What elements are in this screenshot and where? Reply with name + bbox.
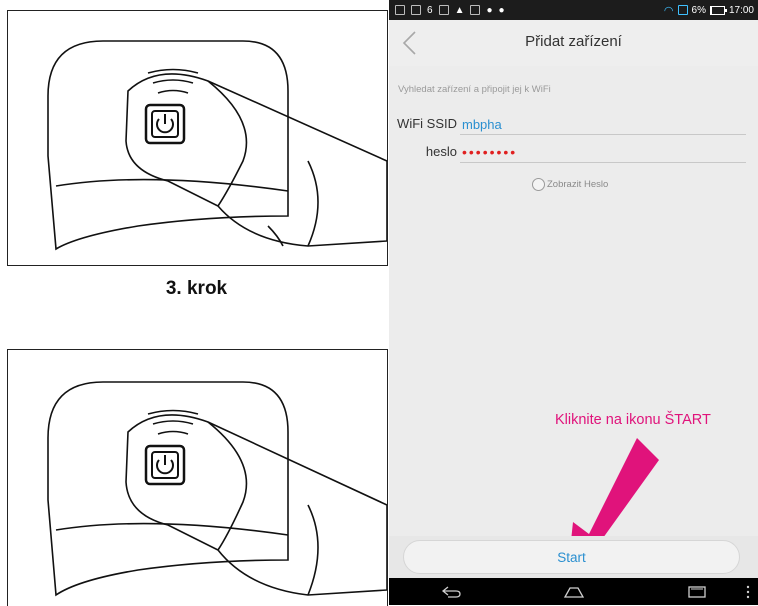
password-row: heslo [389,142,758,164]
ssid-input[interactable] [460,114,746,135]
start-annotation: Kliknite na ikonu ŠTART [555,412,711,428]
device-illustration-top [7,10,388,266]
ssid-label: WiFi SSID [397,116,457,131]
password-input[interactable] [460,142,746,163]
form-hint: Vyhledat zařízení a připojit jej k WiFi [398,84,551,95]
more-icon[interactable] [746,585,750,599]
warning-icon: ▲ [454,4,465,16]
battery-icon [709,5,727,15]
phone-screen: 6 ▲ ● ● ◠ 6% 17:00 Přidat zařízení Vyhle… [389,0,758,605]
ssid-row: WiFi SSID [389,114,758,136]
battery-level [710,6,712,14]
show-password-label: Zobrazit Heslo [547,179,609,190]
system-navbar [389,578,758,605]
mail-icon [438,5,449,15]
app-header: Přidat zařízení [389,20,758,67]
data-icon [677,5,688,15]
battery-percent: 6% [691,4,706,16]
message-icon [470,5,481,15]
status-right: ◠ 6% 17:00 [664,4,758,17]
add-device-form: Vyhledat zařízení a připojit jej k WiFi … [389,66,758,598]
step-caption: 3. krok [165,278,228,299]
password-label: heslo [425,144,457,159]
show-password-radio[interactable] [532,178,545,191]
six-icon: 6 [427,4,433,16]
start-bar: Start [389,536,758,578]
start-button[interactable]: Start [403,540,740,574]
clock: 17:00 [728,4,754,16]
show-password-toggle[interactable]: Zobrazit Heslo [532,178,608,191]
hand-pressing-button-illustration [47,40,387,251]
instruction-panel: 3. krok [0,0,388,606]
status-bar: 6 ▲ ● ● ◠ 6% 17:00 [389,0,758,20]
notification-icons: 6 ▲ ● ● [389,5,505,16]
device-illustration-bottom [7,349,388,606]
hand-pressing-button-illustration [47,381,387,597]
wifi-icon: ◠ [663,4,674,17]
chat2-icon: ● [498,4,505,16]
back-icon[interactable] [438,584,464,600]
image-icon [411,5,421,15]
sim-icon [395,5,405,15]
chat-icon: ● [486,4,493,16]
page-title: Přidat zařízení [525,33,622,50]
home-icon[interactable] [561,584,587,600]
recents-icon[interactable] [684,584,710,600]
